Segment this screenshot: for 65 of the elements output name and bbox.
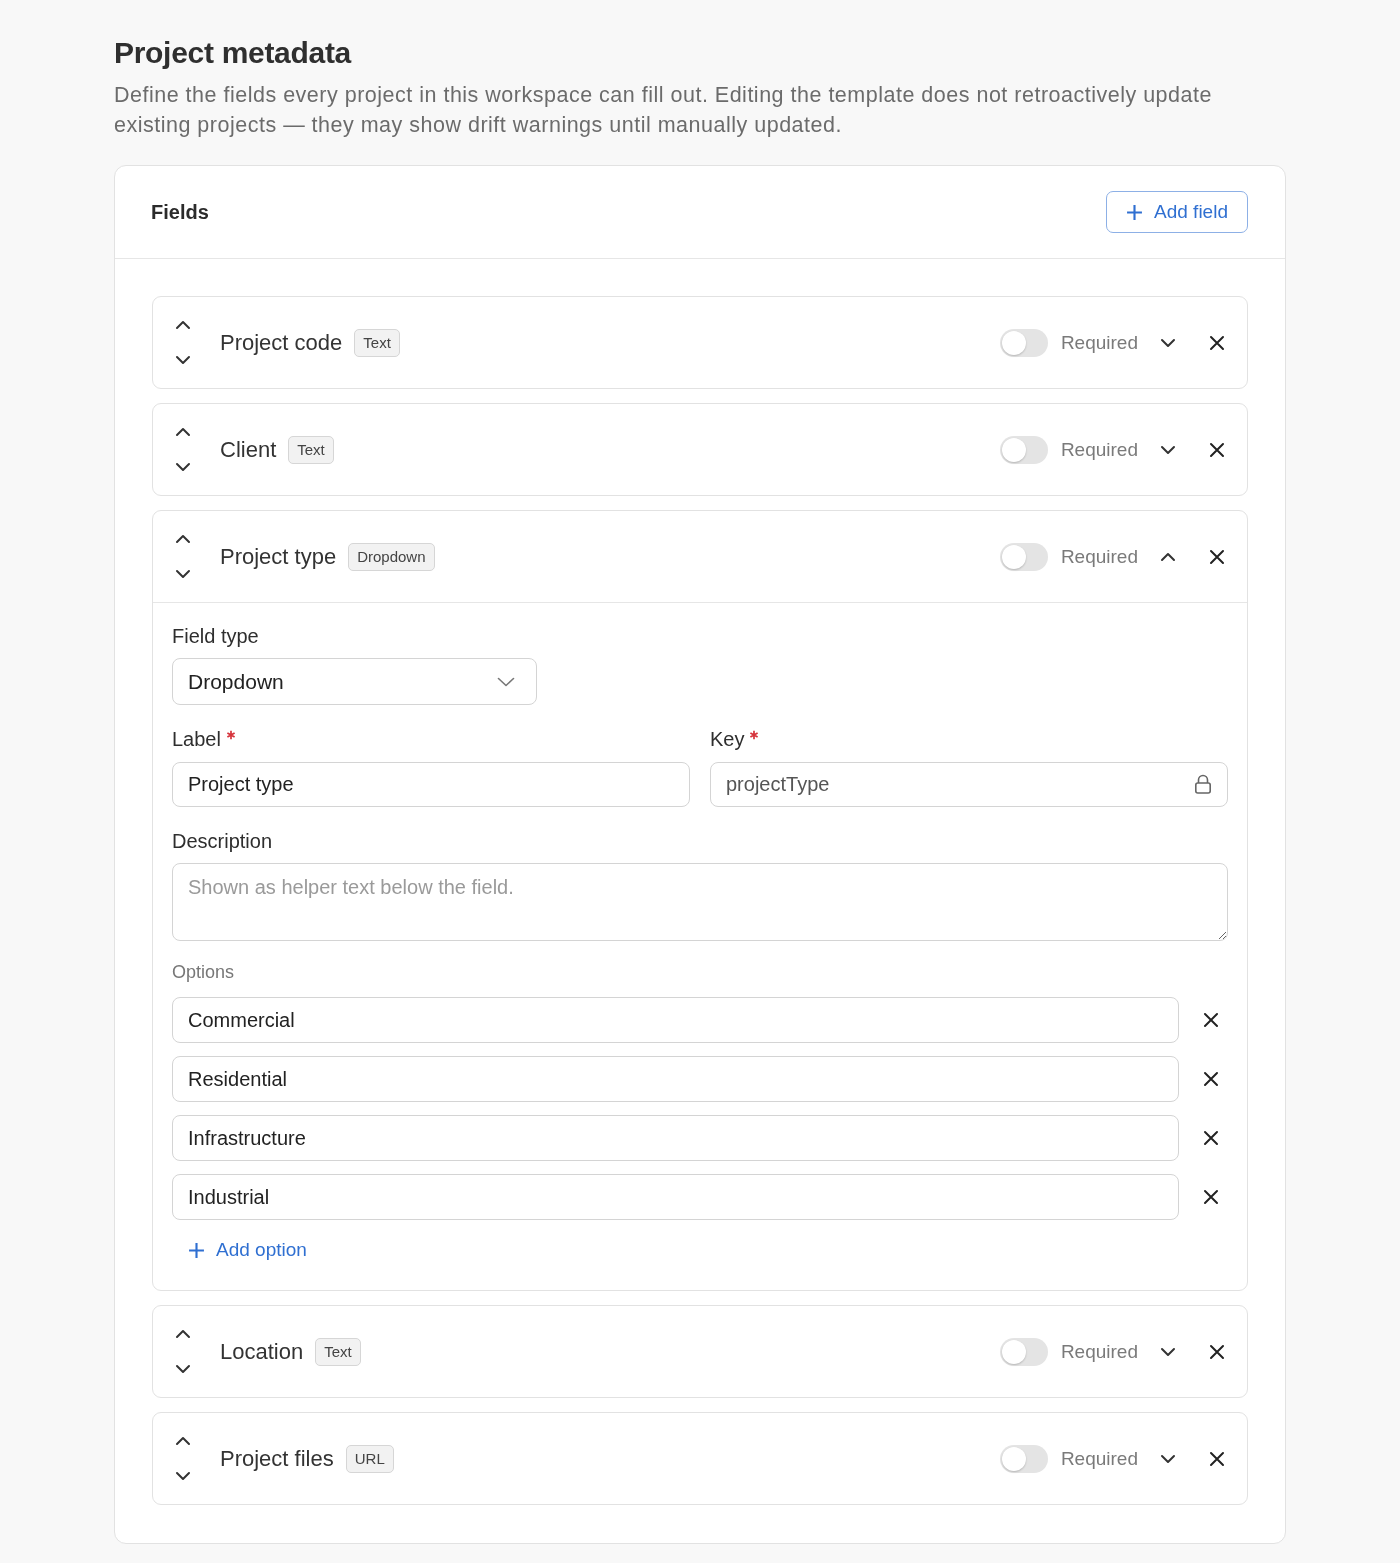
required-toggle[interactable] xyxy=(999,435,1048,464)
field-label: Label xyxy=(172,727,221,751)
close-icon[interactable] xyxy=(1209,1450,1225,1467)
page-description: Define the fields every project in this workspace can fill out. Editing the template does not retroactively update existing projects — they may show drift warnings until manually updated. xyxy=(114,82,1213,139)
required-toggle[interactable] xyxy=(999,328,1048,357)
close-icon[interactable] xyxy=(1209,441,1225,458)
field-name: Client xyxy=(220,436,277,463)
chevron-down-icon xyxy=(497,676,515,687)
chevron-up-icon[interactable] xyxy=(175,1436,191,1446)
chevron-down-icon[interactable] xyxy=(175,1471,191,1481)
field-name: Project code xyxy=(220,329,343,356)
options-label: Options xyxy=(172,961,235,983)
option-input[interactable]: Commercial xyxy=(172,997,1179,1043)
required-label: Required xyxy=(1060,331,1138,354)
field-label: Field type xyxy=(172,624,259,648)
chevron-down-icon[interactable] xyxy=(175,462,191,472)
chevron-up-icon[interactable] xyxy=(1160,551,1176,562)
required-label: Required xyxy=(1060,1340,1138,1363)
chevron-down-icon[interactable] xyxy=(175,569,191,579)
field-name: Project type xyxy=(220,543,337,570)
required-label: Required xyxy=(1060,545,1138,568)
field-type-select[interactable]: Dropdown xyxy=(172,658,537,705)
close-icon[interactable] xyxy=(1209,334,1225,351)
required-label: Required xyxy=(1060,1447,1138,1470)
chevron-up-icon[interactable] xyxy=(175,1329,191,1339)
close-icon[interactable] xyxy=(1203,1130,1219,1146)
option-input[interactable]: Infrastructure xyxy=(172,1115,1179,1161)
field-type-tag: Text xyxy=(288,435,334,464)
field-type-tag: URL xyxy=(345,1444,394,1473)
chevron-up-icon[interactable] xyxy=(175,320,191,330)
field-name: Location xyxy=(220,1338,304,1365)
required-toggle[interactable] xyxy=(999,542,1048,571)
add-option-button[interactable]: Add option xyxy=(172,1232,317,1268)
close-icon[interactable] xyxy=(1209,548,1225,565)
close-icon[interactable] xyxy=(1203,1071,1219,1087)
add-field-button[interactable]: Add field xyxy=(1106,191,1248,233)
chevron-down-icon[interactable] xyxy=(1160,337,1176,348)
label-input[interactable]: Project type xyxy=(172,762,690,807)
chevron-down-icon[interactable] xyxy=(1160,444,1176,455)
field-type-tag: Text xyxy=(315,1337,361,1366)
chevron-up-icon[interactable] xyxy=(175,427,191,437)
description-textarea[interactable]: Shown as helper text below the field. xyxy=(172,863,1228,941)
card-title: Fields xyxy=(151,200,209,224)
close-icon[interactable] xyxy=(1209,1343,1225,1360)
close-icon[interactable] xyxy=(1203,1012,1219,1028)
plus-icon xyxy=(188,1241,205,1259)
required-label: Required xyxy=(1060,438,1138,461)
close-icon[interactable] xyxy=(1203,1189,1219,1205)
required-toggle[interactable] xyxy=(999,1337,1048,1366)
key-input[interactable]: projectType xyxy=(710,762,1228,807)
field-type-tag: Text xyxy=(354,328,400,357)
chevron-down-icon[interactable] xyxy=(1160,1346,1176,1357)
option-input[interactable]: Residential xyxy=(172,1056,1179,1102)
field-label: Description xyxy=(172,829,273,853)
chevron-down-icon[interactable] xyxy=(175,355,191,365)
chevron-down-icon[interactable] xyxy=(175,1364,191,1374)
chevron-up-icon[interactable] xyxy=(175,534,191,544)
field-label: Key xyxy=(710,727,745,751)
field-type-tag: Dropdown xyxy=(348,542,435,571)
plus-icon xyxy=(1126,203,1143,221)
page-title: Project metadata xyxy=(114,35,351,71)
chevron-down-icon[interactable] xyxy=(1160,1453,1176,1464)
field-name: Project files xyxy=(220,1445,334,1472)
option-input[interactable]: Industrial xyxy=(172,1174,1179,1220)
required-toggle[interactable] xyxy=(999,1444,1048,1473)
